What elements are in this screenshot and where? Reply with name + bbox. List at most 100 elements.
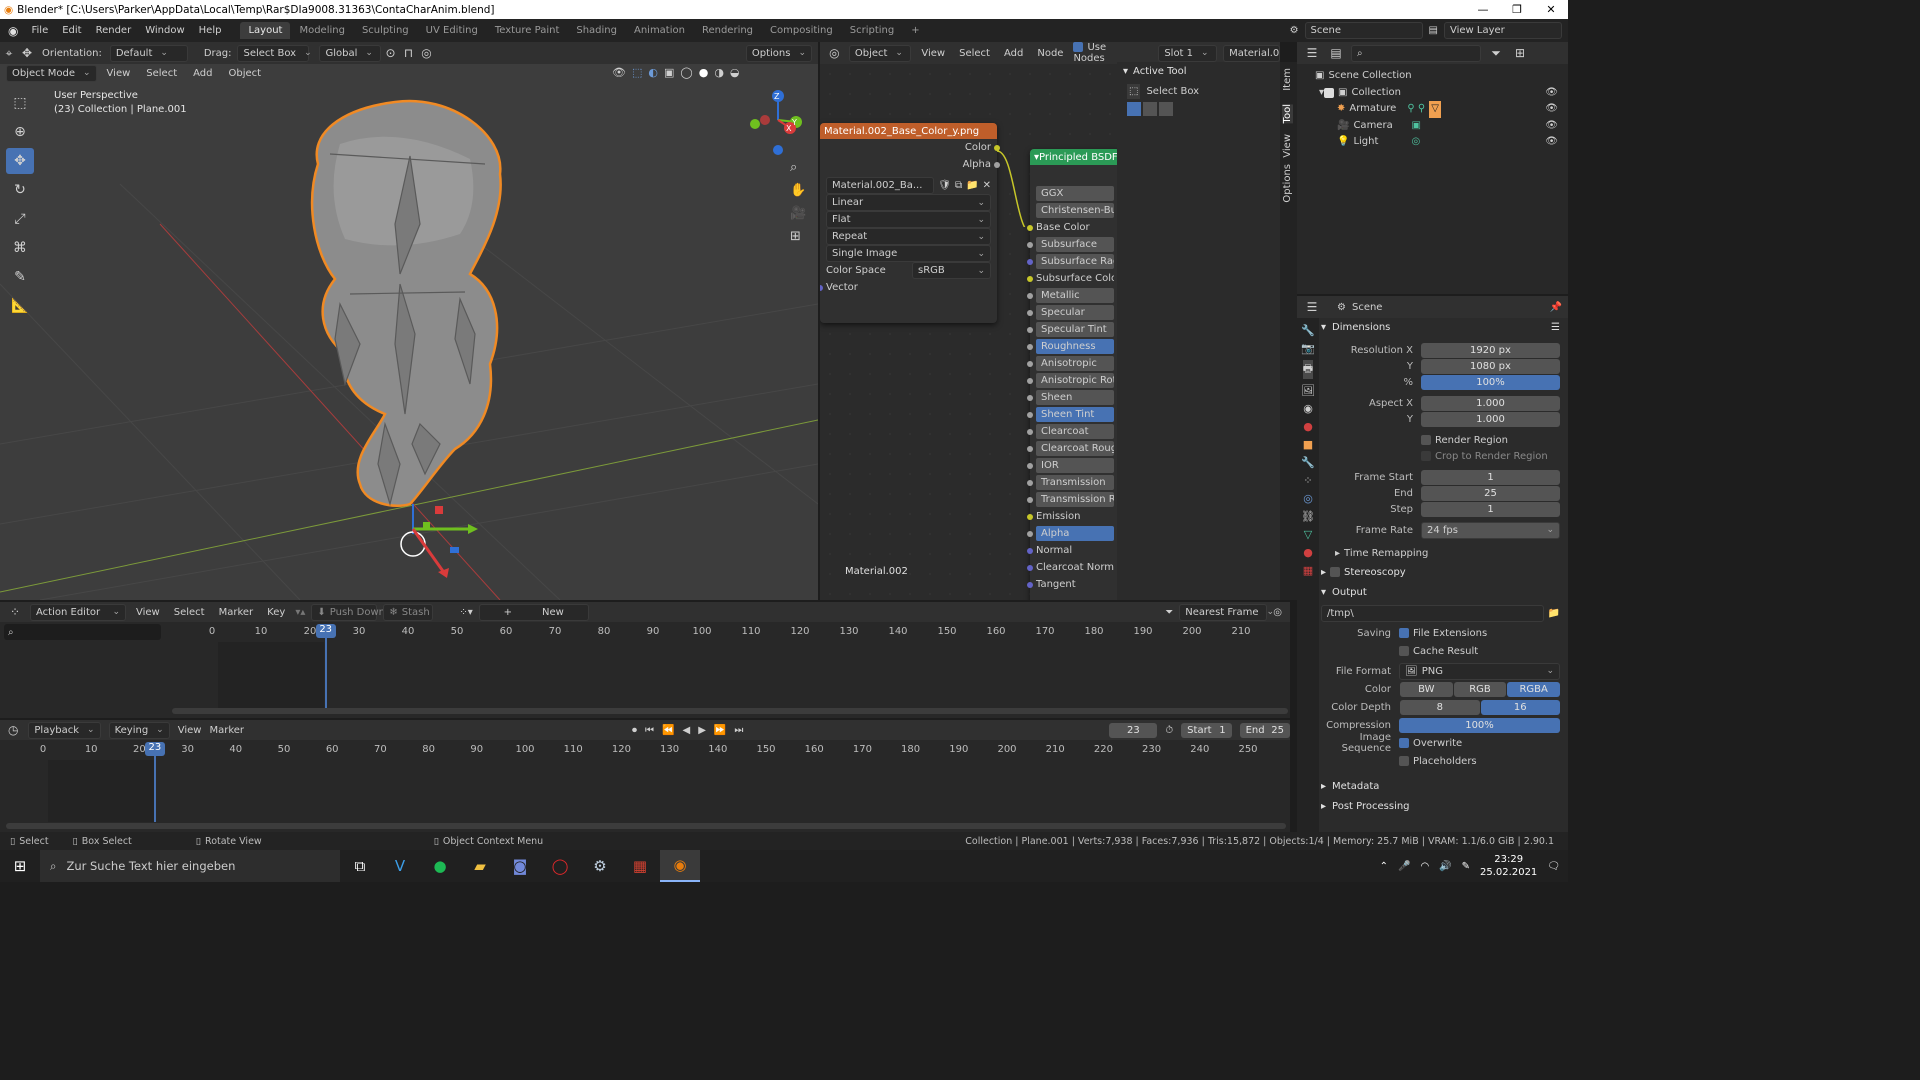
camera-eye-icon[interactable]: 👁: [1545, 118, 1558, 135]
camera-view-icon[interactable]: 🎥: [790, 206, 806, 221]
bsdf-input-row[interactable]: Transmission: [1027, 474, 1120, 491]
action-playhead[interactable]: 23: [315, 624, 336, 708]
resolution-x-field[interactable]: 1920 px: [1421, 342, 1560, 358]
physics-props-icon[interactable]: ◎: [1303, 492, 1313, 505]
bsdf-input-row[interactable]: Subsurface Radius: [1027, 253, 1120, 270]
tab-compositing[interactable]: Compositing: [762, 22, 841, 39]
pivot-icon[interactable]: ⊙: [381, 44, 399, 62]
proportional-edit-icon[interactable]: ◎: [417, 44, 435, 62]
input-socket-icon[interactable]: [1027, 241, 1033, 248]
timeline-h-scrollbar[interactable]: [6, 823, 1286, 829]
placeholders-checkbox[interactable]: Placeholders: [1321, 752, 1560, 770]
game-app-icon[interactable]: ▦: [620, 850, 660, 882]
input-socket-icon[interactable]: [1027, 326, 1033, 333]
new-action-button[interactable]: + New: [478, 603, 589, 621]
sidebar-tab-view[interactable]: View: [1282, 134, 1293, 158]
sidebar-tab-options[interactable]: Options: [1282, 164, 1293, 203]
jump-keyframe-back-icon[interactable]: ⏪: [662, 725, 674, 736]
depth-8-button[interactable]: 8: [1400, 699, 1480, 715]
mode-subtract-icon[interactable]: [1159, 102, 1173, 116]
play-icon[interactable]: ▶: [698, 725, 706, 736]
spotify-icon[interactable]: ●: [420, 850, 460, 882]
tl-menu-marker[interactable]: Marker: [209, 725, 244, 736]
snap-icon[interactable]: ⊓: [399, 44, 417, 62]
ortho-grid-icon[interactable]: ⊞: [790, 229, 806, 244]
timeline-type-icon[interactable]: ◷: [6, 721, 20, 739]
world-props-icon[interactable]: ●: [1303, 420, 1313, 433]
node-editor-type-icon[interactable]: ◎: [826, 44, 843, 62]
current-frame-field[interactable]: 23: [1109, 722, 1158, 738]
light-eye-icon[interactable]: 👁: [1545, 134, 1558, 151]
particles-props-icon[interactable]: ⁘: [1303, 474, 1312, 487]
fake-user-icon[interactable]: 🛡: [938, 180, 951, 191]
tab-sculpting[interactable]: Sculpting: [354, 22, 417, 39]
opera-icon[interactable]: ◯: [540, 850, 580, 882]
bsdf-input-row[interactable]: Tangent: [1027, 576, 1120, 593]
armature-eye-icon[interactable]: 👁: [1545, 101, 1558, 118]
clock[interactable]: 23:29 25.02.2021: [1480, 853, 1537, 879]
pan-hand-icon[interactable]: ✋: [790, 183, 806, 198]
stereoscopy-panel-header[interactable]: ▸ Stereoscopy: [1321, 562, 1560, 582]
input-socket-icon[interactable]: [1027, 394, 1033, 401]
properties-type-icon[interactable]: ☰: [1303, 298, 1321, 316]
bsdf-input-row[interactable]: Sheen: [1027, 389, 1120, 406]
volume-icon[interactable]: 🔊: [1439, 861, 1451, 872]
steam-icon[interactable]: ⚙: [580, 850, 620, 882]
bsdf-input-row[interactable]: IOR: [1027, 457, 1120, 474]
bsdf-input-row[interactable]: Base Color: [1027, 219, 1120, 236]
tab-modeling[interactable]: Modeling: [291, 22, 353, 39]
overwrite-checkbox[interactable]: Overwrite: [1399, 737, 1462, 749]
ae-menu-select[interactable]: Select: [170, 607, 209, 618]
proportional-icon[interactable]: ◎: [1273, 607, 1282, 618]
node-menu-node[interactable]: Node: [1033, 48, 1067, 59]
menu-help[interactable]: Help: [192, 25, 229, 36]
file-extensions-checkbox[interactable]: File Extensions: [1399, 627, 1487, 639]
timeline-playhead[interactable]: 23: [144, 742, 165, 822]
bsdf-input-row[interactable]: Clearcoat: [1027, 423, 1120, 440]
frame-step-field[interactable]: 1: [1421, 501, 1560, 517]
display-mode-icon[interactable]: ▤: [1327, 44, 1345, 62]
post-processing-panel-header[interactable]: ▸ Post Processing: [1321, 796, 1560, 816]
input-socket-icon[interactable]: [1027, 343, 1033, 350]
action-search-input[interactable]: ⌕: [4, 624, 161, 640]
pen-icon[interactable]: ✎: [1462, 861, 1470, 872]
menu-window[interactable]: Window: [138, 25, 191, 36]
minimize-button[interactable]: —: [1466, 3, 1500, 16]
stash-button[interactable]: ❄ Stash: [383, 603, 434, 621]
outliner-scene-collection[interactable]: ▣ Scene Collection: [1315, 68, 1568, 85]
image-datablock[interactable]: Material.002_Ba...: [826, 177, 935, 194]
subsurface-method-dropdown[interactable]: Christensen-Burle: [1036, 203, 1114, 218]
use-nodes-checkbox[interactable]: Use Nodes: [1073, 42, 1136, 64]
metadata-panel-header[interactable]: ▸ Metadata: [1321, 776, 1560, 796]
3d-viewport[interactable]: Object Mode View Select Add Object 👁 ⬚ ◐…: [0, 64, 818, 600]
frame-start-field[interactable]: 1: [1421, 469, 1560, 485]
interpolation-dropdown[interactable]: Linear: [826, 194, 991, 211]
tab-shading[interactable]: Shading: [568, 22, 625, 39]
aspect-y-field[interactable]: 1.000: [1421, 411, 1560, 427]
snapping-dropdown[interactable]: Nearest Frame: [1179, 603, 1268, 621]
tab-texture-paint[interactable]: Texture Paint: [487, 22, 568, 39]
projection-dropdown[interactable]: Flat: [826, 211, 991, 228]
constraints-props-icon[interactable]: ⛓: [1301, 510, 1315, 523]
new-collection-icon[interactable]: ⊞: [1511, 44, 1529, 62]
bsdf-input-row[interactable]: Anisotropic: [1027, 355, 1120, 372]
color-rgb-button[interactable]: RGB: [1453, 681, 1507, 697]
bsdf-input-row[interactable]: Normal: [1027, 542, 1120, 559]
outliner-type-icon[interactable]: ☰: [1303, 44, 1321, 62]
input-socket-icon[interactable]: [1027, 258, 1033, 265]
open-image-icon[interactable]: 📁: [966, 180, 978, 191]
pin-icon[interactable]: 📌: [1550, 302, 1562, 313]
image-texture-node[interactable]: Material.002_Base_Color_y.png Color Alph…: [820, 123, 1000, 323]
zoom-icon[interactable]: ⌕: [790, 160, 806, 175]
modifier-props-icon[interactable]: 🔧: [1301, 456, 1315, 469]
bsdf-input-row[interactable]: Anisotropic Rotat: [1027, 372, 1120, 389]
time-remapping-subpanel[interactable]: ▸ Time Remapping: [1321, 544, 1560, 562]
timeline[interactable]: ◷ Playback Keying View Marker ⏺ ⏮ ⏪ ◀ ▶ …: [0, 720, 1290, 832]
action-editor[interactable]: ⁘ Action Editor View Select Marker Key ▾…: [0, 602, 1290, 718]
input-socket-icon[interactable]: [1027, 513, 1033, 520]
transform-orientation-dropdown[interactable]: Global: [319, 44, 382, 62]
scale-tool-icon[interactable]: ⤢: [6, 206, 34, 232]
frame-end-field[interactable]: 25: [1421, 485, 1560, 501]
bsdf-input-row[interactable]: Roughness: [1027, 338, 1120, 355]
unlink-image-icon[interactable]: ✕: [983, 180, 991, 191]
